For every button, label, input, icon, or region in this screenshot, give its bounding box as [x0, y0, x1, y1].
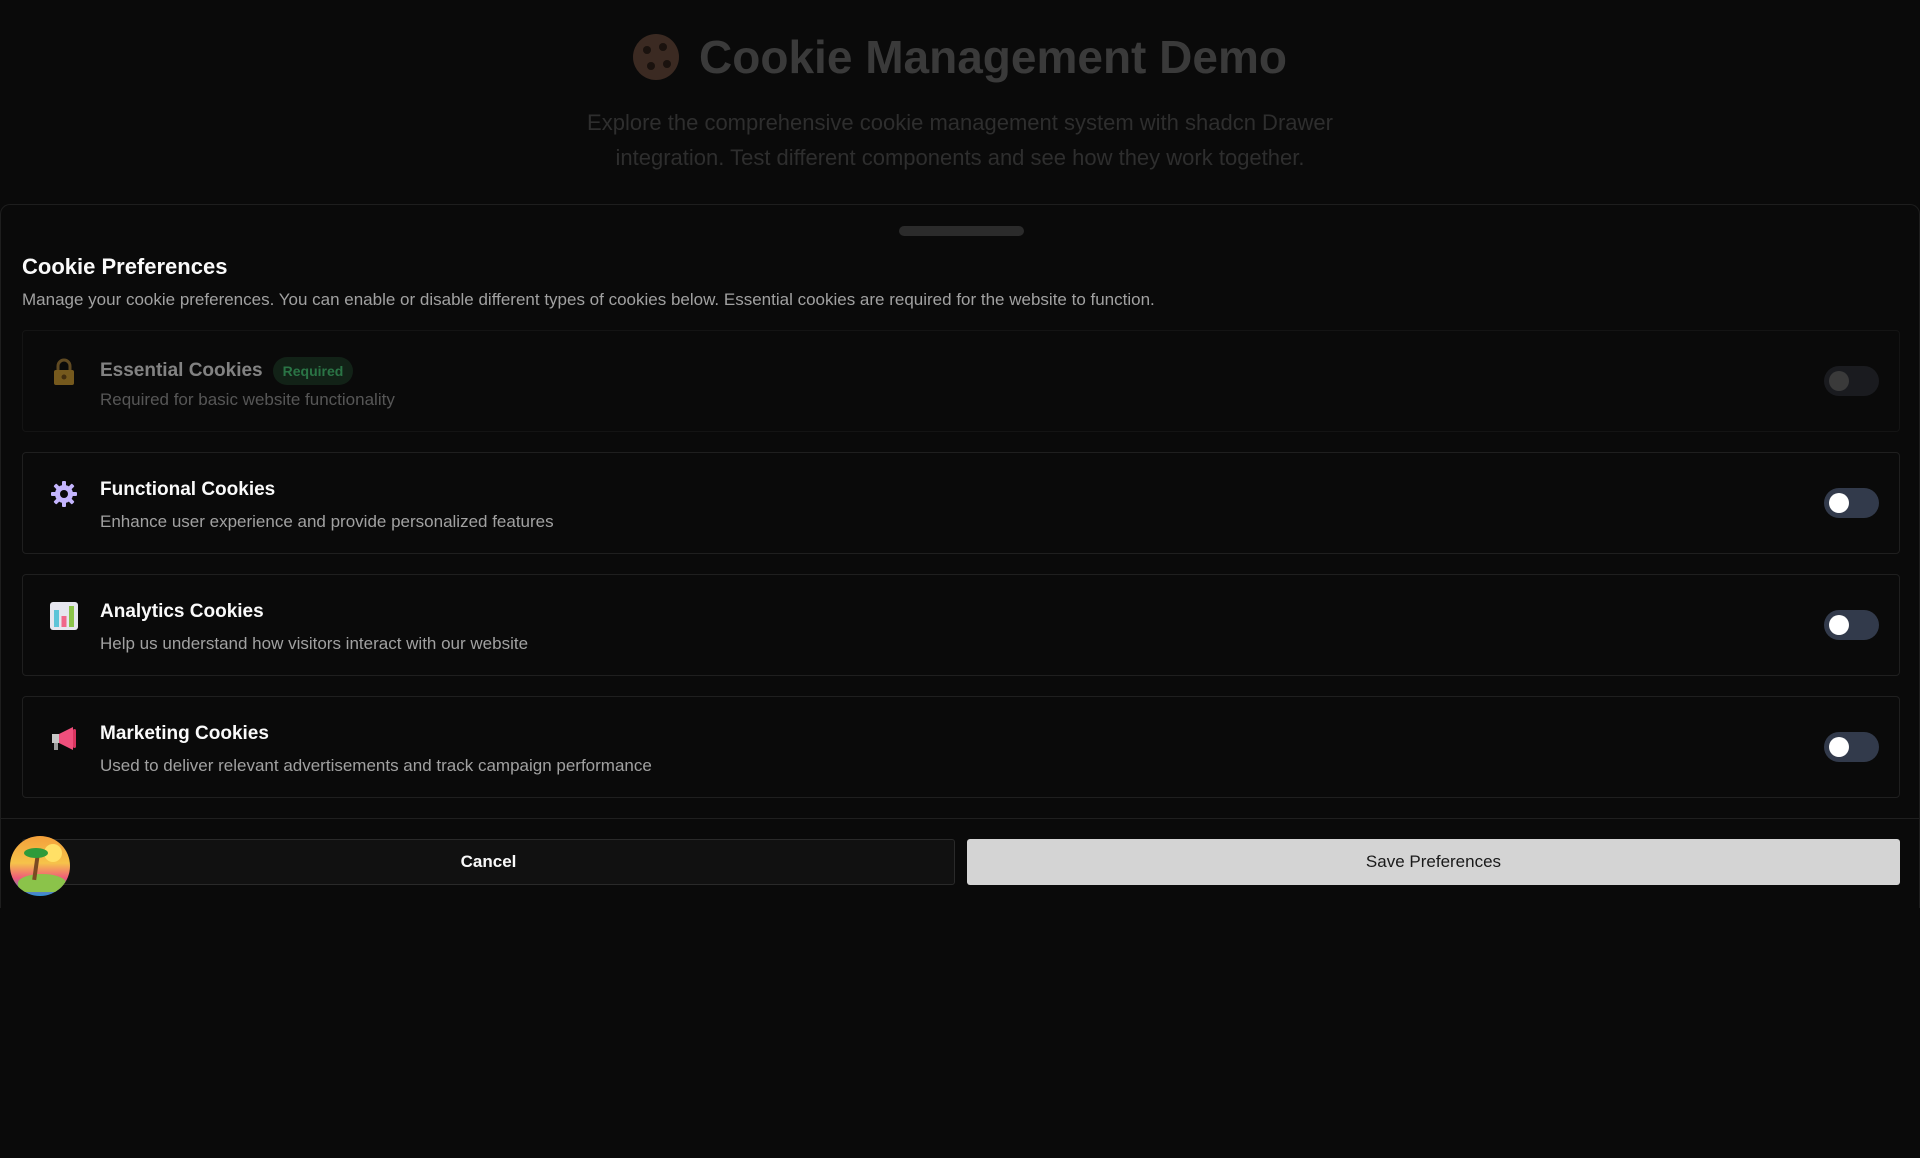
cookie-category-description: Enhance user experience and provide pers… [100, 512, 554, 531]
cookie-category-name: Essential Cookies [100, 360, 263, 381]
cookie-category-description: Used to deliver relevant advertisements … [100, 756, 652, 775]
user-avatar[interactable] [10, 836, 70, 896]
cookie-icon [633, 34, 680, 80]
bar-chart-icon [50, 602, 78, 630]
analytics-cookies-toggle[interactable] [1824, 610, 1879, 640]
drawer-description: Manage your cookie preferences. You can … [22, 290, 1155, 309]
megaphone-icon [52, 727, 76, 750]
page-title-text: Cookie Management Demo [699, 31, 1287, 83]
page-title: Cookie Management Demo [633, 30, 1287, 84]
cookie-category-analytics: Analytics Cookies Help us understand how… [22, 574, 1900, 676]
toggle-knob [1829, 615, 1849, 635]
cookie-category-name: Functional Cookies [100, 479, 276, 500]
cookie-preferences-drawer: Cookie Preferences Manage your cookie pr… [0, 204, 1920, 908]
cancel-button[interactable]: Cancel [22, 839, 955, 885]
cookie-category-title: Analytics Cookies [100, 601, 264, 623]
drawer-drag-handle[interactable] [899, 226, 1024, 236]
drawer-title: Cookie Preferences [22, 254, 228, 279]
functional-cookies-toggle[interactable] [1824, 488, 1879, 518]
page-header: Cookie Management Demo Explore the compr… [0, 30, 1920, 175]
toggle-knob [1829, 371, 1849, 391]
save-preferences-button[interactable]: Save Preferences [967, 839, 1900, 885]
cookie-category-description: Help us understand how visitors interact… [100, 634, 529, 653]
page-subtitle-line: Explore the comprehensive cookie managem… [587, 110, 1333, 135]
marketing-cookies-toggle[interactable] [1824, 732, 1879, 762]
island-icon [18, 874, 66, 892]
cookie-category-marketing: Marketing Cookies Used to deliver releva… [22, 696, 1900, 798]
cookie-category-functional: Functional Cookies Enhance user experien… [22, 452, 1900, 554]
page-subtitle-line: integration. Test different components a… [615, 145, 1305, 170]
footer-divider [1, 818, 1919, 819]
gear-icon [51, 481, 77, 507]
toggle-knob [1829, 737, 1849, 757]
cookie-category-title: Marketing Cookies [100, 723, 269, 745]
palm-leaf-icon [24, 848, 48, 858]
cookie-category-description: Required for basic website functionality [100, 390, 395, 409]
cookie-category-title: Essential Cookies Required [100, 357, 354, 385]
cookie-category-essential: Essential Cookies Required Required for … [22, 330, 1900, 432]
essential-cookies-toggle [1824, 366, 1879, 396]
cookie-category-name: Marketing Cookies [100, 723, 269, 744]
cookie-category-title: Functional Cookies [100, 479, 275, 501]
lock-icon [54, 358, 74, 385]
required-badge: Required [272, 357, 354, 385]
toggle-knob [1829, 493, 1849, 513]
cookie-category-name: Analytics Cookies [100, 601, 264, 622]
page-subtitle: Explore the comprehensive cookie managem… [560, 105, 1360, 175]
